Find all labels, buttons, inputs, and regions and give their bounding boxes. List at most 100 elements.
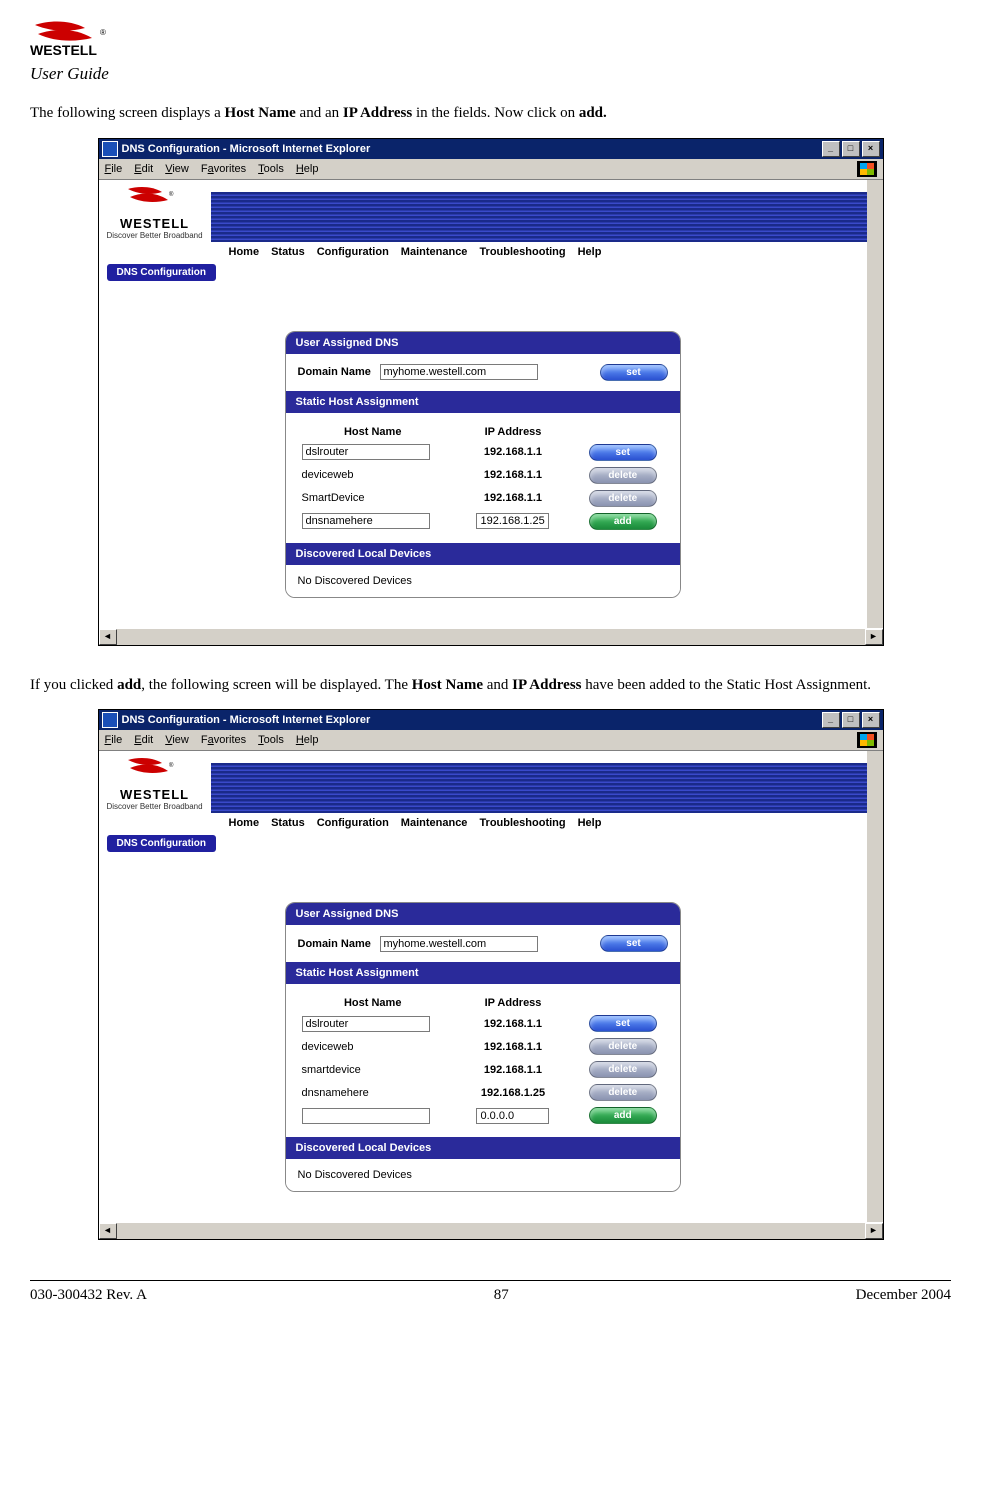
menu-bar: File Edit View Favorites Tools Help [99,159,883,180]
host-name-value: deviceweb [298,464,448,487]
dns-panel: User Assigned DNS Domain Name set Static… [285,902,681,1192]
domain-name-label: Domain Name [298,366,380,378]
host-name-input[interactable] [302,513,430,529]
set-domain-button[interactable]: set [600,364,668,381]
col-host-name: Host Name [298,423,448,441]
nav-status[interactable]: Status [271,246,305,258]
domain-name-input[interactable] [380,364,538,380]
table-row: add [298,1104,668,1127]
minimize-button[interactable]: _ [822,712,840,728]
menu-favorites[interactable]: Favorites [201,163,246,175]
paragraph-2: If you clicked add, the following screen… [30,676,951,696]
table-row: 192.168.1.1 set [298,1012,668,1035]
screenshot-1: DNS Configuration - Microsoft Internet E… [98,138,884,646]
add-button[interactable]: add [589,1107,657,1124]
menu-edit[interactable]: Edit [134,734,153,746]
menu-tools[interactable]: Tools [258,163,284,175]
window-titlebar: DNS Configuration - Microsoft Internet E… [99,139,883,159]
set-button[interactable]: set [589,1015,657,1032]
menu-help[interactable]: Help [296,734,319,746]
table-row: SmartDevice192.168.1.1delete [298,487,668,510]
ip-address-input[interactable] [476,513,549,529]
nav-home[interactable]: Home [229,246,260,258]
ie-icon [102,712,118,728]
nav-troubleshooting[interactable]: Troubleshooting [479,817,565,829]
ip-address-value: 192.168.1.25 [448,1081,578,1104]
set-domain-button[interactable]: set [600,935,668,952]
menu-file[interactable]: File [105,163,123,175]
menu-tools[interactable]: Tools [258,734,284,746]
panel-header-user-dns: User Assigned DNS [286,332,680,354]
delete-button[interactable]: delete [589,1038,657,1055]
maximize-button[interactable]: □ [842,712,860,728]
svg-text:®: ® [169,191,174,198]
host-name-value: dnsnamehere [298,1081,448,1104]
no-devices-text: No Discovered Devices [286,565,680,597]
panel-header-discovered: Discovered Local Devices [286,1137,680,1159]
add-button[interactable]: add [589,513,657,530]
nav-help[interactable]: Help [578,817,602,829]
col-ip-address: IP Address [448,423,578,441]
horizontal-scrollbar[interactable]: ◄ ► [99,1222,883,1239]
menu-file[interactable]: File [105,734,123,746]
scroll-right-button[interactable]: ► [865,629,883,645]
ip-address-value: 192.168.1.1 [448,487,578,510]
static-host-table: Host Name IP Address 192.168.1.1setdevic… [298,994,668,1127]
window-title: DNS Configuration - Microsoft Internet E… [122,143,371,155]
host-name-value: deviceweb [298,1035,448,1058]
footer-left: 030-300432 Rev. A [30,1287,147,1304]
nav-configuration[interactable]: Configuration [317,817,389,829]
ie-icon [102,141,118,157]
host-name-input[interactable] [302,444,430,460]
maximize-button[interactable]: □ [842,141,860,157]
horizontal-scrollbar[interactable]: ◄ ► [99,628,883,645]
ip-address-value: 192.168.1.1 [448,1012,578,1035]
minimize-button[interactable]: _ [822,141,840,157]
menu-view[interactable]: View [165,734,189,746]
menu-favorites[interactable]: Favorites [201,734,246,746]
delete-button[interactable]: delete [589,1084,657,1101]
host-name-input[interactable] [302,1108,430,1124]
table-row: smartdevice192.168.1.1delete [298,1058,668,1081]
ie-throbber-icon [857,732,877,748]
footer-page-number: 87 [494,1287,509,1304]
set-button[interactable]: set [589,444,657,461]
nav-maintenance[interactable]: Maintenance [401,817,468,829]
ip-address-input[interactable] [476,1108,549,1124]
menu-view[interactable]: View [165,163,189,175]
nav-help[interactable]: Help [578,246,602,258]
close-button[interactable]: × [862,712,880,728]
table-row: deviceweb192.168.1.1delete [298,464,668,487]
subtab-dns-configuration[interactable]: DNS Configuration [107,264,216,281]
menu-edit[interactable]: Edit [134,163,153,175]
panel-header-user-dns: User Assigned DNS [286,903,680,925]
scroll-right-button[interactable]: ► [865,1223,883,1239]
panel-header-static-host: Static Host Assignment [286,962,680,984]
delete-button[interactable]: delete [589,490,657,507]
nav-troubleshooting[interactable]: Troubleshooting [479,246,565,258]
table-row: 192.168.1.1set [298,441,668,464]
subtab-dns-configuration[interactable]: DNS Configuration [107,835,216,852]
westell-logo: ® WESTELL [30,20,951,60]
host-name-value: smartdevice [298,1058,448,1081]
delete-button[interactable]: delete [589,467,657,484]
nav-status[interactable]: Status [271,817,305,829]
close-button[interactable]: × [862,141,880,157]
nav-configuration[interactable]: Configuration [317,246,389,258]
nav-home[interactable]: Home [229,817,260,829]
col-host-name: Host Name [298,994,448,1012]
scroll-left-button[interactable]: ◄ [99,629,117,645]
menu-help[interactable]: Help [296,163,319,175]
host-name-input[interactable] [302,1016,430,1032]
scroll-left-button[interactable]: ◄ [99,1223,117,1239]
table-row: add [298,510,668,533]
nav-maintenance[interactable]: Maintenance [401,246,468,258]
domain-name-input[interactable] [380,936,538,952]
table-row: deviceweb192.168.1.1 delete [298,1035,668,1058]
table-row: dnsnamehere192.168.1.25 delete [298,1081,668,1104]
ip-address-value: 192.168.1.1 [448,1035,578,1058]
delete-button[interactable]: delete [589,1061,657,1078]
paragraph-1: The following screen displays a Host Nam… [30,104,951,124]
window-titlebar: DNS Configuration - Microsoft Internet E… [99,710,883,730]
svg-text:®: ® [169,762,174,769]
